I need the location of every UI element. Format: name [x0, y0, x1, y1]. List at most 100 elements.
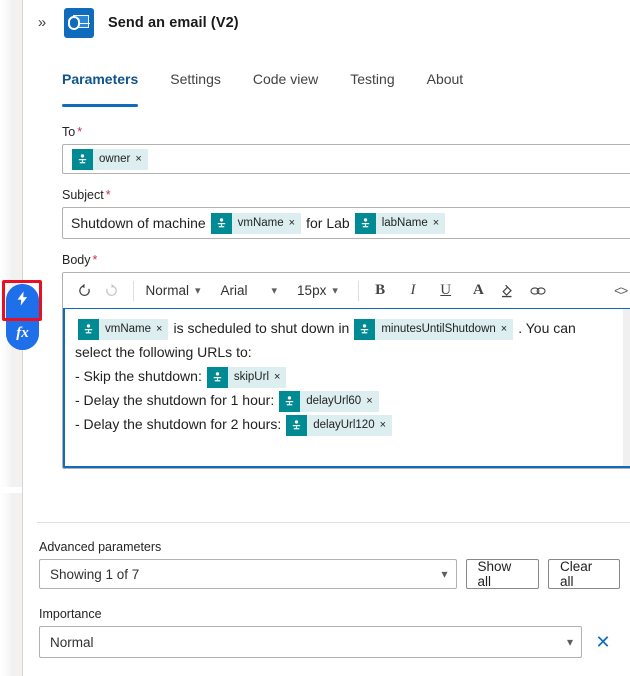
dynamic-token-icon	[286, 414, 308, 436]
token-remove-icon[interactable]: ×	[156, 319, 168, 340]
highlight-icon[interactable]	[494, 278, 521, 304]
token-delayurl60[interactable]: delayUrl60 ×	[279, 390, 379, 412]
subject-required-marker: *	[105, 188, 111, 202]
body-text-6: - Delay the shutdown for 2 hours:	[75, 416, 282, 432]
expression-button[interactable]: fx	[6, 317, 39, 350]
clear-all-button[interactable]: Clear all	[547, 559, 620, 589]
chevron-down-icon: ▾	[271, 285, 278, 297]
token-remove-icon[interactable]: ×	[289, 213, 301, 234]
section-divider	[37, 522, 630, 523]
font-color-button[interactable]: A	[465, 278, 492, 304]
remove-importance-icon[interactable]: ✕	[592, 631, 614, 653]
token-remove-icon[interactable]: ×	[274, 367, 286, 388]
body-line-2: select the following URLs to:	[75, 341, 616, 365]
dynamic-token-icon	[206, 366, 228, 388]
code-view-button[interactable]: <>	[607, 278, 630, 304]
dynamic-token-icon	[72, 148, 93, 170]
underline-button[interactable]: U	[432, 278, 459, 304]
scroll-down-icon[interactable]: ▼	[624, 449, 630, 466]
show-all-button[interactable]: Show all	[465, 559, 539, 589]
tab-about-label: About	[426, 71, 464, 87]
lightning-bolt-icon	[14, 290, 31, 312]
token-label: owner	[99, 152, 131, 165]
body-line-3: - Skip the shutdown: skipUrl ×	[75, 365, 616, 389]
o-letter-shape	[68, 16, 80, 30]
scroll-up-icon[interactable]: ▲	[624, 309, 630, 326]
body-content[interactable]: vmName × is scheduled to shut down in mi…	[65, 309, 622, 466]
parameters-form: To * owner × Subject * Shutdown of machi…	[62, 125, 630, 483]
subject-label: Subject *	[62, 188, 630, 202]
field-subject: Subject * Shutdown of machine vmName × f…	[62, 188, 630, 239]
advanced-parameters-row: Showing 1 of 7 ▾ Show all Clear all	[39, 559, 620, 589]
token-owner[interactable]: owner ×	[72, 148, 148, 170]
token-label: delayUrl120	[313, 418, 375, 431]
dynamic-content-button[interactable]	[6, 284, 39, 317]
body-line-1: vmName × is scheduled to shut down in mi…	[75, 317, 616, 341]
font-family-select[interactable]: Arial ▾	[221, 278, 278, 304]
advanced-parameters-section: Advanced parameters Showing 1 of 7 ▾ Sho…	[39, 540, 620, 589]
toolbar-separator-2	[357, 280, 359, 301]
chevron-double-right-icon[interactable]: »	[33, 14, 51, 32]
font-size-select[interactable]: 15px ▾	[297, 278, 338, 304]
paragraph-style-select[interactable]: Normal ▾	[145, 278, 200, 304]
dynamic-content-button-group: fx	[6, 284, 39, 350]
body-label-text: Body	[62, 253, 91, 267]
importance-section: Importance Normal ▾ ✕	[39, 607, 630, 658]
field-to: To * owner ×	[62, 125, 630, 174]
subject-input[interactable]: Shutdown of machine vmName × for Lab lab…	[62, 207, 630, 239]
to-input[interactable]: owner ×	[62, 144, 630, 174]
token-minutesuntilshutdown[interactable]: minutesUntilShutdown ×	[354, 318, 514, 340]
importance-select[interactable]: Normal ▾	[39, 626, 582, 658]
advanced-parameters-value: Showing 1 of 7	[50, 566, 140, 582]
tab-settings[interactable]: Settings	[154, 68, 237, 100]
body-editor-area[interactable]: vmName × is scheduled to shut down in mi…	[63, 308, 630, 468]
token-vmname[interactable]: vmName ×	[78, 318, 169, 340]
bold-button[interactable]: B	[367, 278, 394, 304]
chevron-down-icon: ▾	[441, 567, 448, 581]
panel-header: » Send an email (V2)	[23, 0, 630, 46]
token-skipurl[interactable]: skipUrl ×	[206, 366, 287, 388]
importance-label: Importance	[39, 607, 102, 621]
dynamic-token-icon	[354, 318, 376, 340]
token-vmname[interactable]: vmName ×	[210, 212, 302, 234]
tab-parameters[interactable]: Parameters	[62, 68, 154, 107]
token-remove-icon[interactable]: ×	[501, 319, 513, 340]
token-labname[interactable]: labName ×	[354, 212, 446, 234]
send-email-parameters-panel: fx » Send an email (V2) Parameters Setti…	[0, 0, 630, 676]
chevron-down-icon: ▾	[194, 285, 201, 297]
token-remove-icon[interactable]: ×	[366, 391, 378, 412]
token-remove-icon[interactable]: ×	[135, 149, 147, 170]
left-canvas-gap	[0, 487, 22, 493]
tab-settings-label: Settings	[170, 71, 221, 87]
token-remove-icon[interactable]: ×	[380, 415, 392, 436]
link-icon[interactable]	[525, 278, 552, 304]
token-delayurl120[interactable]: delayUrl120 ×	[286, 414, 393, 436]
advanced-parameters-select[interactable]: Showing 1 of 7 ▾	[39, 559, 457, 589]
tab-testing-label: Testing	[350, 71, 395, 87]
tab-code-view[interactable]: Code view	[237, 68, 334, 100]
paragraph-style-value: Normal	[145, 283, 189, 298]
dynamic-token-icon	[279, 390, 301, 412]
body-rich-text-editor: Normal ▾ Arial ▾ 15px ▾ B I U A <> vmNam…	[62, 272, 630, 469]
token-remove-icon[interactable]: ×	[433, 213, 445, 234]
fx-icon: fx	[16, 325, 29, 341]
token-label: skipUrl	[233, 370, 269, 383]
tab-about[interactable]: About	[411, 68, 480, 100]
font-family-value: Arial	[220, 283, 248, 298]
italic-button[interactable]: I	[400, 278, 427, 304]
to-required-marker: *	[77, 125, 83, 139]
redo-icon[interactable]	[98, 278, 125, 304]
token-label: delayUrl60	[306, 394, 362, 407]
body-line-5: - Delay the shutdown for 2 hours: delayU…	[75, 413, 616, 437]
importance-value: Normal	[50, 634, 94, 650]
dynamic-token-icon	[210, 212, 232, 234]
undo-icon[interactable]	[71, 278, 98, 304]
outlook-icon	[64, 8, 94, 38]
chevron-down-icon: ▾	[566, 635, 573, 649]
body-text-1: is scheduled to shut down in	[173, 320, 350, 336]
body-text-3: select the following URLs to:	[75, 344, 252, 360]
tab-testing[interactable]: Testing	[334, 68, 410, 100]
dynamic-token-icon	[78, 318, 99, 340]
body-scrollbar[interactable]: ▲ ▼	[623, 309, 630, 466]
subject-text-1: Shutdown of machine	[71, 214, 206, 231]
